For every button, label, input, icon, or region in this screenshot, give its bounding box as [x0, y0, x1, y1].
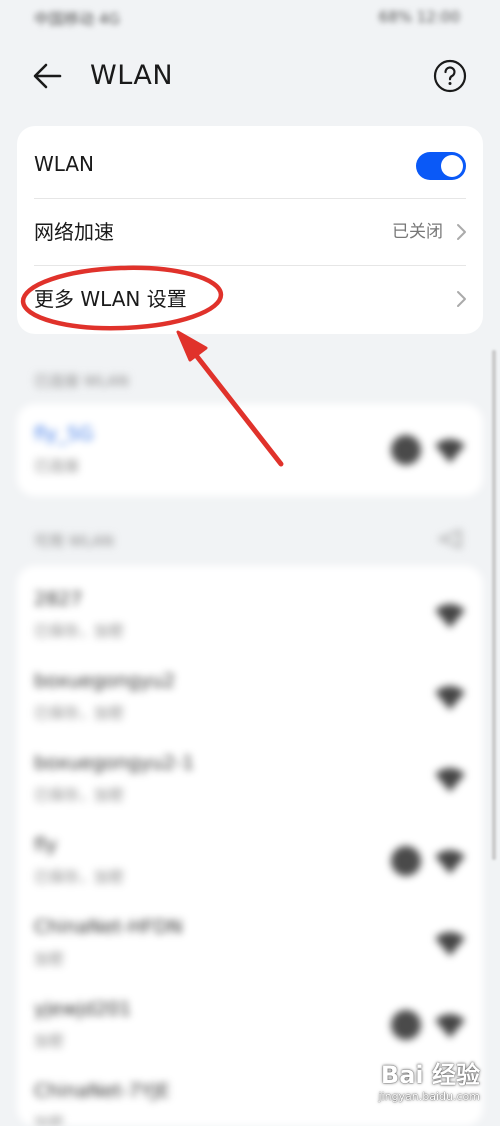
wifi-icon: [435, 1014, 465, 1038]
toggle-knob: [441, 155, 463, 177]
status-bar: 中国移动 4G 68% 12:00: [0, 0, 500, 36]
wifi-icon: [435, 686, 465, 710]
network-status: 加密: [34, 950, 65, 968]
network-accel-row[interactable]: 网络加速 已关闭: [17, 198, 483, 266]
page-title: WLAN: [90, 60, 174, 91]
network-status: 加密: [34, 1114, 65, 1126]
network-status: 已保存，加密: [34, 622, 125, 640]
network-ssid: yjewjd201: [34, 998, 132, 1020]
baidu-watermark: Bai 经验 jingyan.baidu.com: [378, 1055, 480, 1103]
network-ssid: fly_5G: [34, 423, 94, 445]
refresh-icon[interactable]: [436, 528, 464, 550]
list-item[interactable]: fly 已保存，加密: [17, 820, 483, 902]
wifi-icon: [435, 604, 465, 628]
connected-section-label: 已连接 WLAN: [34, 372, 129, 390]
help-icon: [433, 59, 467, 93]
wifi-icon: [435, 932, 465, 956]
network-accel-value: 已关闭: [392, 222, 443, 242]
wifi-icon: [435, 850, 465, 874]
wlan-toggle-switch[interactable]: [416, 152, 466, 180]
gear-icon[interactable]: [391, 1010, 421, 1040]
network-ssid: boxuegongyu2-1: [34, 752, 195, 774]
available-networks-card: 2827 已保存，加密 boxuegongyu2 已保存，加密 boxuegon…: [17, 566, 483, 1126]
list-item[interactable]: boxuegongyu2 已保存，加密: [17, 656, 483, 738]
chevron-right-icon: [457, 291, 466, 307]
chevron-right-icon: [457, 224, 466, 240]
list-item[interactable]: boxuegongyu2-1 已保存，加密: [17, 738, 483, 820]
watermark-url: jingyan.baidu.com: [378, 1090, 480, 1103]
wlan-toggle-row[interactable]: WLAN: [17, 130, 483, 198]
wlan-toggle-label: WLAN: [34, 152, 95, 176]
network-ssid: 2827: [34, 588, 83, 610]
wifi-icon: [435, 439, 465, 463]
connected-network-card: fly_5G 已连接: [17, 404, 483, 496]
gear-icon[interactable]: [391, 435, 421, 465]
more-wlan-settings-row[interactable]: 更多 WLAN 设置: [17, 265, 483, 333]
title-bar: WLAN: [0, 48, 500, 104]
network-ssid: ChinaNet-HFDN: [34, 916, 183, 938]
network-ssid: ChinaNet-7YJE: [34, 1080, 170, 1102]
connected-network-item[interactable]: fly_5G 已连接: [17, 409, 483, 491]
annotation-arrow-head: [176, 330, 208, 362]
network-ssid: boxuegongyu2: [34, 670, 176, 692]
list-item[interactable]: yjewjd201 加密: [17, 984, 483, 1066]
network-status: 已保存，加密: [34, 704, 125, 722]
wifi-icon: [435, 768, 465, 792]
network-status: 加密: [34, 1032, 65, 1050]
list-item[interactable]: ChinaNet-HFDN 加密: [17, 902, 483, 984]
list-item[interactable]: 2827 已保存，加密: [17, 574, 483, 656]
watermark-logo-text: Bai 经验: [380, 1061, 480, 1089]
scrollbar[interactable]: [492, 350, 496, 860]
back-button[interactable]: [30, 58, 70, 94]
wlan-settings-card: WLAN 网络加速 已关闭 更多 WLAN 设置: [17, 126, 483, 334]
network-accel-label: 网络加速: [34, 220, 114, 244]
network-status: 已连接: [34, 457, 80, 475]
network-status: 已保存，加密: [34, 868, 125, 886]
more-wlan-settings-label: 更多 WLAN 设置: [34, 287, 187, 311]
network-status: 已保存，加密: [34, 786, 125, 804]
gear-icon[interactable]: [391, 846, 421, 876]
available-section-label: 可用 WLAN: [34, 532, 114, 550]
status-right-text: 68% 12:00: [378, 8, 460, 26]
help-button[interactable]: [432, 58, 468, 94]
back-arrow-icon: [33, 63, 62, 89]
carrier-text: 中国移动 4G: [34, 10, 120, 28]
network-ssid: fly: [34, 834, 58, 856]
